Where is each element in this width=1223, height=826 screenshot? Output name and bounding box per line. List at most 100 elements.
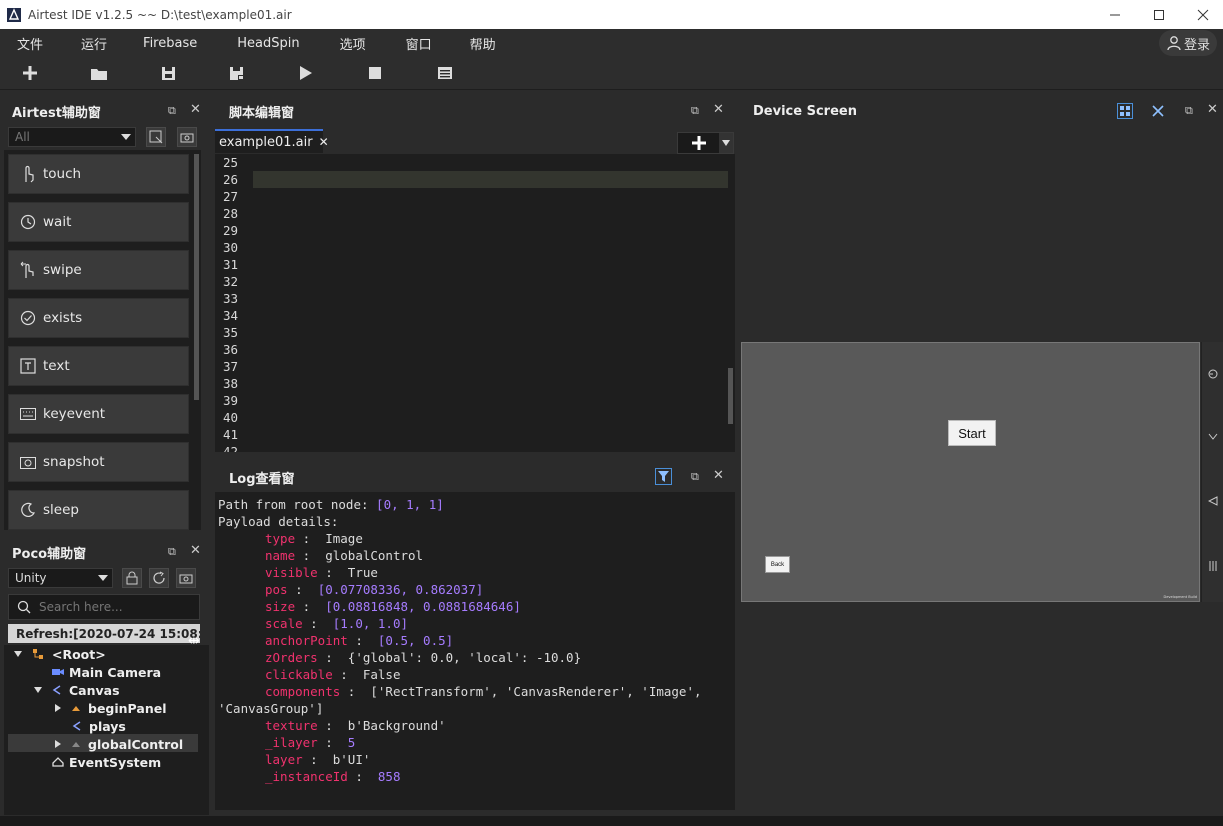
float-panel-icon[interactable]: ⧉ [168, 545, 176, 559]
rotate-button[interactable] [1205, 366, 1221, 382]
camera-button[interactable] [177, 127, 197, 147]
float-panel-icon[interactable]: ⧉ [691, 104, 699, 118]
menu-window[interactable]: 窗口 [382, 34, 448, 53]
log-field: pos : [0.07708336, 0.862037] [265, 582, 484, 597]
menu-options[interactable]: 选项 [316, 34, 382, 53]
keyevent-button[interactable]: keyevent [8, 394, 189, 434]
code-editor[interactable]: 25 26 27 28 29 30 31 32 33 34 35 36 37 3… [215, 154, 735, 452]
close-panel-icon[interactable]: ✕ [1207, 102, 1218, 117]
line-number-gutter: 25 26 27 28 29 30 31 32 33 34 35 36 37 3… [223, 155, 239, 452]
menu-run[interactable]: 运行 [59, 34, 123, 53]
device-screen[interactable]: Start Back Development Build [741, 342, 1200, 602]
log-path-line: Path from root node: [0, 1, 1] [218, 497, 444, 512]
run-button[interactable] [294, 62, 318, 84]
menu-nav-button[interactable] [1205, 558, 1221, 574]
lock-button[interactable] [122, 568, 142, 588]
log-output[interactable]: Path from root node: [0, 1, 1] Payload d… [215, 492, 735, 810]
minimize-icon[interactable] [1092, 0, 1138, 29]
menu-headspin[interactable]: HeadSpin [213, 36, 315, 51]
log-field: visible : True [265, 565, 378, 580]
save-as-icon [230, 66, 244, 80]
event-system-icon [52, 757, 64, 767]
menu-file[interactable]: 文件 [0, 34, 59, 53]
maximize-icon[interactable] [1136, 0, 1182, 29]
float-panel-icon[interactable]: ⧉ [1185, 104, 1193, 118]
close-tab-icon[interactable]: ✕ [319, 135, 329, 149]
plus-icon [23, 66, 37, 80]
tree-node-plays[interactable]: plays [72, 717, 126, 735]
list-icon [438, 67, 452, 79]
screenshot-select-button[interactable] [146, 127, 166, 147]
editor-panel-title: 脚本编辑窗 [229, 105, 295, 121]
editor-scrollbar[interactable] [728, 368, 733, 424]
device-side-controls [1201, 342, 1223, 602]
close-panel-icon[interactable]: ✕ [713, 468, 724, 483]
back-nav-button[interactable] [1205, 493, 1221, 509]
airtest-scrollbar[interactable] [194, 154, 199, 400]
status-bar [0, 816, 1223, 826]
tree-node-event-system[interactable]: EventSystem [52, 753, 161, 771]
save-icon [161, 66, 175, 80]
swipe-button[interactable]: swipe [8, 250, 189, 290]
airtest-filter-select[interactable]: All [8, 127, 136, 147]
new-file-button[interactable] [18, 62, 42, 84]
tree-node-main-camera[interactable]: Main Camera [52, 663, 161, 681]
rotate-icon [1208, 369, 1218, 379]
add-script-dropdown[interactable] [677, 132, 734, 154]
tab-example01[interactable]: example01.air ✕ [215, 129, 329, 153]
log-payload-line: Payload details: [218, 514, 339, 529]
tree-node-global-control[interactable]: globalControl [55, 735, 183, 753]
touch-button[interactable]: touch [8, 154, 189, 194]
home-button[interactable] [1205, 429, 1221, 445]
tree-node-root[interactable]: <Root> [14, 645, 106, 663]
poco-camera-button[interactable] [176, 568, 196, 588]
stop-button[interactable] [363, 62, 387, 84]
snapshot-button[interactable]: snapshot [8, 442, 189, 482]
tree-node-begin-panel[interactable]: beginPanel [55, 699, 166, 717]
keyboard-icon [19, 405, 37, 423]
device-list-button[interactable] [1117, 103, 1133, 119]
close-window-icon[interactable] [1180, 0, 1223, 29]
menu-firebase[interactable]: Firebase [123, 36, 213, 51]
log-field: size : [0.08816848, 0.0881684646] [265, 599, 521, 614]
open-folder-button[interactable] [87, 62, 111, 84]
airtest-panel-title: Airtest辅助窗 [12, 105, 101, 121]
float-panel-icon[interactable]: ⧉ [691, 470, 699, 484]
chevron-down-icon[interactable] [719, 133, 733, 153]
device-tools-button[interactable] [1150, 103, 1166, 119]
camera-icon [180, 133, 194, 143]
refresh-button[interactable] [149, 568, 169, 588]
log-filter-button[interactable] [655, 468, 672, 485]
menu-help[interactable]: 帮助 [448, 34, 512, 53]
poco-panel-title: Poco辅助窗 [12, 546, 87, 562]
poco-search-box[interactable] [8, 594, 200, 620]
poco-mode-select[interactable]: Unity [8, 568, 113, 588]
poco-search-input[interactable] [39, 600, 189, 614]
back-button[interactable]: Back [765, 556, 790, 573]
login-button[interactable]: 登录 [1159, 30, 1217, 56]
save-as-button[interactable] [225, 62, 249, 84]
device-list-icon [1120, 106, 1130, 116]
exists-button[interactable]: exists [8, 298, 189, 338]
close-panel-icon[interactable]: ✕ [713, 102, 724, 117]
float-panel-icon[interactable]: ⧉ [168, 104, 176, 118]
current-line-highlight [253, 171, 728, 188]
log-field: components : ['RectTransform', 'CanvasRe… [265, 684, 702, 699]
close-panel-icon[interactable]: ✕ [190, 102, 201, 117]
tree-node-canvas[interactable]: Canvas [34, 681, 120, 699]
tools-icon [1152, 105, 1164, 117]
close-panel-icon[interactable]: ✕ [190, 543, 201, 558]
sleep-button[interactable]: sleep [8, 490, 189, 530]
log-field: clickable : False [265, 667, 401, 682]
save-button[interactable] [156, 62, 180, 84]
development-build-label: Development Build [1163, 595, 1197, 599]
chevron-down-icon [121, 134, 131, 140]
wait-button[interactable]: wait [8, 202, 189, 242]
log-view-button[interactable] [433, 62, 457, 84]
text-button[interactable]: text [8, 346, 189, 386]
camera-icon [179, 574, 193, 584]
title-bar: Airtest IDE v1.2.5 ~~ D:\test\example01.… [0, 0, 1223, 29]
start-button[interactable]: Start [948, 420, 996, 446]
root-node-icon [33, 649, 43, 659]
log-field: zOrders : {'global': 0.0, 'local': -10.0… [265, 650, 582, 665]
